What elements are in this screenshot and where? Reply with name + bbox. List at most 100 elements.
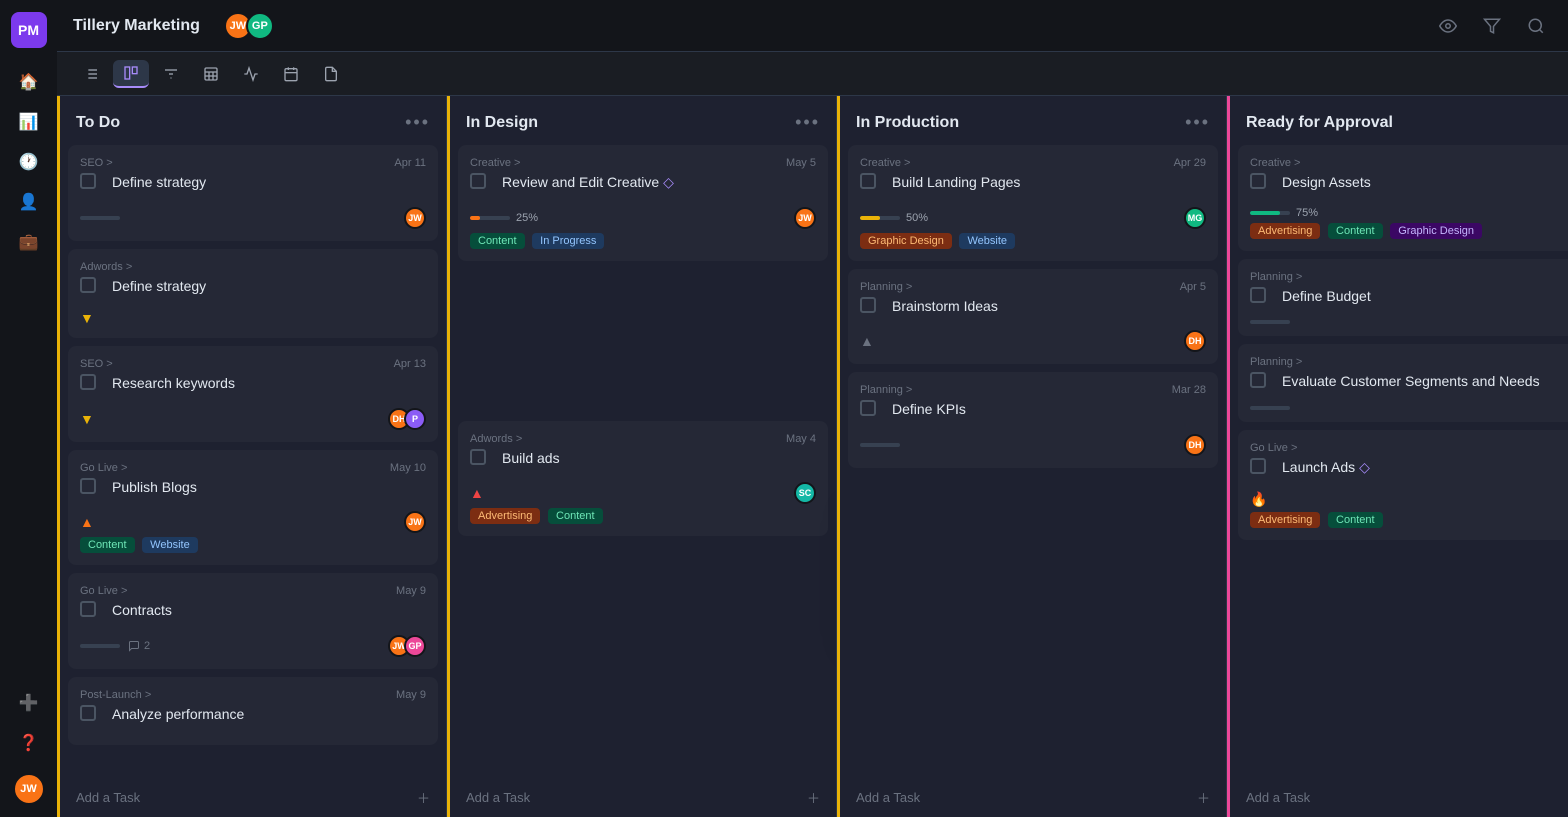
add-task-rfa[interactable]: Add a Task ＋ [1230,778,1568,817]
card-progress: 75% [1250,207,1318,219]
sidebar-item-home[interactable]: 🏠 [11,64,47,100]
card-planning-define-kpis[interactable]: Planning > Define KPIs Mar 28 DH [848,372,1218,468]
card-golive-launch-ads[interactable]: Go Live > Launch Ads ◇ 🔥 Advertising Con… [1238,430,1568,541]
progress-bar [1250,320,1290,324]
column-inproduction-cards: Creative > Build Landing Pages Apr 29 50… [840,145,1226,778]
tag-content: Content [1328,512,1383,528]
user-avatar[interactable]: JW [13,773,45,805]
toolbar-doc-view[interactable] [313,61,349,87]
card-adwords-define-strategy[interactable]: Adwords > Define strategy ▼ [68,249,438,339]
priority-arrow-down-icon: ▼ [80,411,94,427]
card-progress: 25% [470,212,538,224]
card-title: Define KPIs [892,400,966,420]
card-creative-design-assets[interactable]: Creative > Design Assets 75% [1238,145,1568,251]
card-checkbox[interactable] [860,400,876,416]
avatar-gp[interactable]: GP [246,12,274,40]
card-checkbox[interactable] [1250,173,1266,189]
add-task-inproduction[interactable]: Add a Task ＋ [840,778,1226,817]
card-footer: 75% [1250,207,1568,219]
card-checkbox[interactable] [80,173,96,189]
toolbar-table-view[interactable] [193,61,229,87]
toolbar-board-view[interactable] [113,60,149,88]
toolbar-filter-view[interactable] [153,61,189,87]
card-checkbox[interactable] [1250,287,1266,303]
card-seo-define-strategy[interactable]: SEO > Define strategy Apr 11 JW [68,145,438,241]
progress-text: 75% [1296,207,1318,219]
progress-bar [1250,211,1290,215]
card-avatars: JW GP [388,635,426,657]
card-checkbox[interactable] [470,173,486,189]
card-checkbox[interactable] [1250,458,1266,474]
card-title: Launch Ads ◇ [1282,458,1370,478]
column-rfa-cards: Creative > Design Assets 75% [1230,145,1568,778]
card-golive-contracts[interactable]: Go Live > Contracts May 9 2 [68,573,438,669]
card-creative-review[interactable]: Creative > Review and Edit Creative ◇ Ma… [458,145,828,261]
progress-bar [860,216,900,220]
card-category: Go Live > [80,585,426,597]
add-task-todo[interactable]: Add a Task ＋ [60,778,446,817]
card-category: Adwords > [470,433,816,445]
fire-icon: 🔥 [1250,491,1267,508]
card-checkbox[interactable] [80,277,96,293]
sidebar-item-help[interactable]: ❓ [11,725,47,761]
tag-graphic-design: Graphic Design [860,233,952,249]
card-planning-define-budget[interactable]: Planning > Define Budget [1238,259,1568,337]
card-title: Define strategy [112,173,206,193]
sidebar-item-users[interactable]: 👤 [11,184,47,220]
column-inproduction-menu[interactable]: ••• [1185,112,1210,133]
icon-eye[interactable] [1432,10,1464,42]
toolbar-calendar-view[interactable] [273,61,309,87]
toolbar-list-view[interactable] [73,61,109,87]
add-task-indesign[interactable]: Add a Task ＋ [450,778,836,817]
card-avatars: JW [404,511,426,533]
tag-content: Content [470,233,525,249]
card-checkbox[interactable] [80,601,96,617]
tag-graphic-design: Graphic Design [1390,223,1482,239]
card-category: Post-Launch > [80,689,426,701]
sidebar: PM 🏠 📊 🕐 👤 💼 ➕ ❓ JW [0,0,57,817]
card-tags: Advertising Content Graphic Design [1250,219,1568,239]
card-checkbox[interactable] [860,297,876,313]
card-avatars: SC [794,482,816,504]
card-checkbox[interactable] [860,173,876,189]
column-indesign-menu[interactable]: ••• [795,112,820,133]
sidebar-item-add[interactable]: ➕ [11,685,47,721]
priority-arrow-up-icon: ▲ [860,333,874,349]
column-todo: To Do ••• SEO > Define strategy Apr 11 [57,96,447,817]
progress-text: 25% [516,212,538,224]
card-tags: Advertising Content [470,504,816,524]
card-seo-research-keywords[interactable]: SEO > Research keywords Apr 13 ▼ DH P [68,346,438,442]
header-avatars: JW GP [224,12,274,40]
sidebar-item-projects[interactable]: 💼 [11,224,47,260]
column-todo-menu[interactable]: ••• [405,112,430,133]
progress-bar [80,644,120,648]
column-indesign: In Design ••• Creative > Review and Edit… [447,96,837,817]
toolbar-chart-view[interactable] [233,61,269,87]
tag-website: Website [959,233,1015,249]
card-footer: 25% JW [470,207,816,229]
icon-search[interactable] [1520,10,1552,42]
comment-icon: 2 [128,640,150,652]
app-logo[interactable]: PM [11,12,47,48]
card-title: Publish Blogs [112,478,197,498]
card-adwords-build-ads[interactable]: Adwords > Build ads May 4 ▲ SC [458,421,828,537]
card-creative-landing-pages[interactable]: Creative > Build Landing Pages Apr 29 50… [848,145,1218,261]
progress-bar [860,443,900,447]
card-checkbox[interactable] [1250,372,1266,388]
sidebar-item-activity[interactable]: 📊 [11,104,47,140]
card-checkbox[interactable] [80,705,96,721]
avatar-dh: DH [1184,434,1206,456]
sidebar-item-history[interactable]: 🕐 [11,144,47,180]
card-checkbox[interactable] [80,374,96,390]
card-date: May 5 [786,157,816,169]
card-planning-brainstorm[interactable]: Planning > Brainstorm Ideas Apr 5 ▲ DH [848,269,1218,365]
card-checkbox[interactable] [470,449,486,465]
card-checkbox[interactable] [80,478,96,494]
icon-filter[interactable] [1476,10,1508,42]
card-golive-publish-blogs[interactable]: Go Live > Publish Blogs May 10 ▲ JW [68,450,438,566]
column-indesign-cards: Creative > Review and Edit Creative ◇ Ma… [450,145,836,778]
card-planning-evaluate-customer[interactable]: Planning > Evaluate Customer Segments an… [1238,344,1568,422]
card-category: Go Live > [1250,442,1568,454]
add-task-label: Add a Task [466,790,530,805]
card-postlaunch-analyze[interactable]: Post-Launch > Analyze performance May 9 [68,677,438,745]
